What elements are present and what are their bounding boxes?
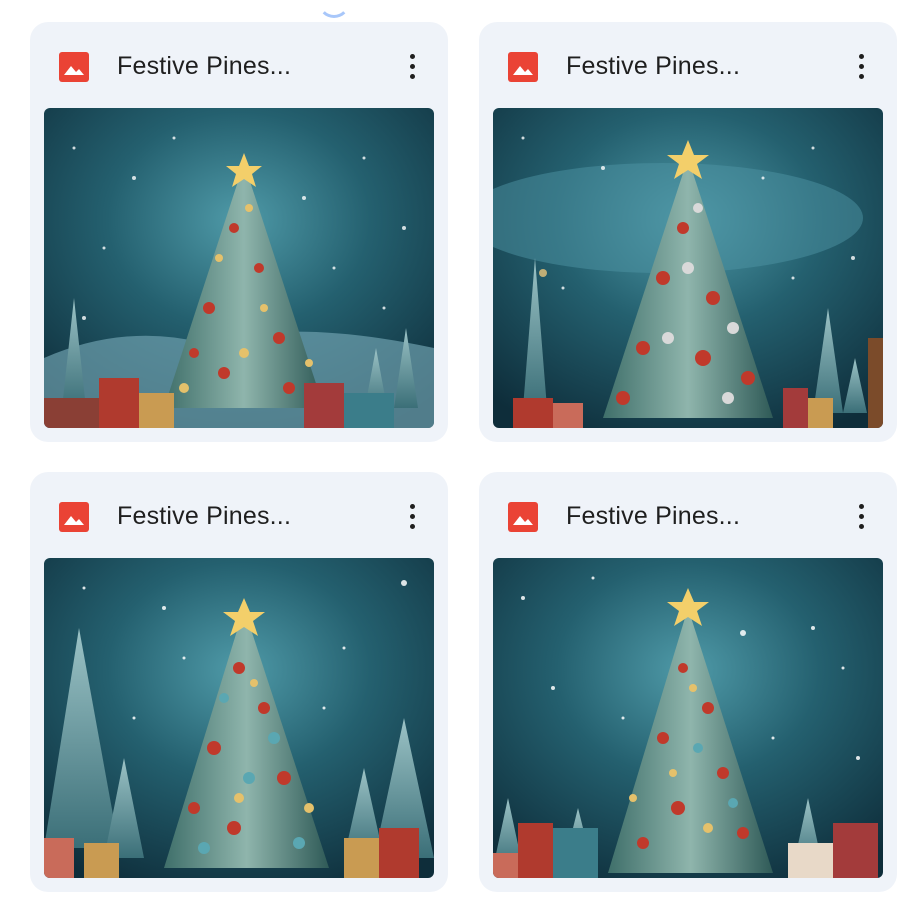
file-card-header: Festive Pines... bbox=[30, 472, 448, 558]
christmas-tree-thumbnail[interactable] bbox=[44, 558, 434, 878]
christmas-tree-thumbnail[interactable] bbox=[493, 108, 883, 428]
file-grid: Festive Pines... Festive Pines... Festiv… bbox=[30, 22, 897, 892]
more-vert-icon[interactable] bbox=[847, 50, 875, 82]
image-file-icon bbox=[508, 52, 538, 82]
more-vert-icon[interactable] bbox=[847, 500, 875, 532]
file-card[interactable]: Festive Pines... bbox=[30, 22, 448, 442]
file-title: Festive Pines... bbox=[117, 52, 292, 80]
file-card-header: Festive Pines... bbox=[30, 22, 448, 108]
file-card-header: Festive Pines... bbox=[479, 472, 897, 558]
image-file-icon bbox=[508, 502, 538, 532]
more-vert-icon[interactable] bbox=[398, 50, 426, 82]
christmas-tree-thumbnail[interactable] bbox=[44, 108, 434, 428]
file-title: Festive Pines... bbox=[566, 502, 741, 530]
file-card[interactable]: Festive Pines... bbox=[30, 472, 448, 892]
image-file-icon bbox=[59, 502, 89, 532]
file-card-header: Festive Pines... bbox=[479, 22, 897, 108]
file-card[interactable]: Festive Pines... bbox=[479, 472, 897, 892]
image-file-icon bbox=[59, 52, 89, 82]
file-title: Festive Pines... bbox=[117, 502, 292, 530]
file-card[interactable]: Festive Pines... bbox=[479, 22, 897, 442]
loading-spinner bbox=[318, 0, 350, 18]
file-title: Festive Pines... bbox=[566, 52, 741, 80]
christmas-tree-thumbnail[interactable] bbox=[493, 558, 883, 878]
more-vert-icon[interactable] bbox=[398, 500, 426, 532]
